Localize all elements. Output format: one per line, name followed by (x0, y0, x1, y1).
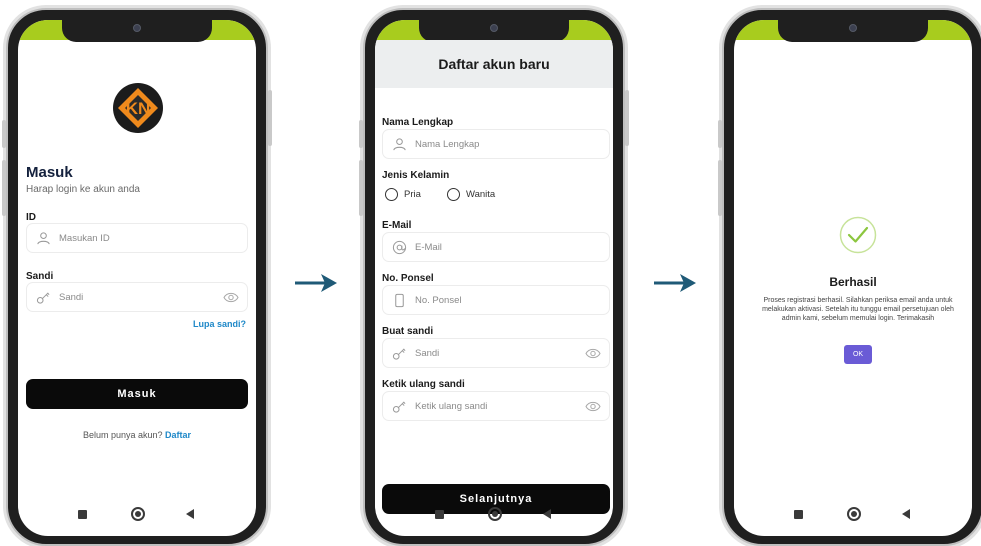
phone-input[interactable]: No. Ponsel (382, 285, 610, 315)
eye-icon[interactable] (223, 291, 239, 304)
home-icon[interactable] (488, 507, 502, 521)
page-subtitle: Harap login ke akun anda (26, 184, 140, 195)
recents-icon[interactable] (794, 510, 803, 519)
page-title: Masuk (26, 164, 73, 181)
register-link[interactable]: Daftar (165, 430, 191, 440)
volume-button (718, 120, 722, 148)
ok-button[interactable]: OK (844, 345, 872, 364)
phone-placeholder: No. Ponsel (415, 295, 462, 306)
confirm-password-placeholder: Ketik ulang sandi (415, 401, 488, 412)
back-icon[interactable] (186, 509, 194, 519)
email-input[interactable]: E-Mail (382, 232, 610, 262)
success-message: Proses registrasi berhasil. Silahkan per… (762, 297, 954, 322)
key-icon (392, 401, 406, 413)
gender-option-label: Wanita (466, 189, 496, 200)
android-nav-bar (18, 506, 256, 522)
home-icon[interactable] (131, 507, 145, 521)
power-button (625, 90, 629, 146)
key-icon (392, 348, 406, 360)
id-input[interactable]: Masukan ID (26, 223, 248, 253)
power-button (268, 90, 272, 146)
user-icon (37, 232, 50, 245)
email-placeholder: E-Mail (415, 242, 442, 253)
notch (419, 20, 569, 42)
success-screen: Berhasil Proses registrasi berhasil. Sil… (734, 20, 972, 536)
password-label: Buat sandi (382, 326, 434, 337)
volume-button (359, 160, 363, 216)
camera (133, 24, 141, 32)
back-icon[interactable] (543, 509, 551, 519)
eye-icon[interactable] (585, 400, 601, 413)
password-placeholder: Sandi (415, 348, 440, 359)
user-icon (393, 138, 406, 151)
volume-button (718, 160, 722, 216)
password-input[interactable]: Sandi (26, 282, 248, 312)
key-icon (36, 292, 50, 304)
password-placeholder: Sandi (59, 292, 84, 303)
gender-radio-pria[interactable]: Pria (385, 188, 421, 201)
check-icon (839, 216, 877, 254)
notch (62, 20, 212, 42)
radio-circle (447, 188, 460, 201)
phone-success: Berhasil Proses registrasi berhasil. Sil… (718, 8, 981, 546)
notch (778, 20, 928, 42)
login-button[interactable]: Masuk (26, 379, 248, 409)
volume-button (359, 120, 363, 148)
at-icon (392, 240, 407, 255)
success-title: Berhasil (829, 275, 877, 289)
id-label: ID (26, 212, 36, 223)
password-label: Sandi (26, 271, 54, 282)
id-placeholder: Masukan ID (59, 233, 110, 244)
volume-button (2, 120, 6, 148)
confirm-password-label: Ketik ulang sandi (382, 379, 465, 390)
volume-button (2, 160, 6, 216)
phone-label: No. Ponsel (382, 273, 434, 284)
gender-label: Jenis Kelamin (382, 170, 450, 181)
arrow-right-icon (654, 274, 696, 292)
email-label: E-Mail (382, 220, 412, 231)
phone-login: KN Masuk Harap login ke akun anda ID Mas… (2, 8, 272, 546)
back-icon[interactable] (902, 509, 910, 519)
phone-register: Daftar akun baru Nama Lengkap Nama Lengk… (359, 8, 629, 546)
logo-text: KN (126, 99, 151, 118)
login-screen: KN Masuk Harap login ke akun anda ID Mas… (18, 20, 256, 536)
fullname-input[interactable]: Nama Lengkap (382, 129, 610, 159)
home-icon[interactable] (847, 507, 861, 521)
kn-logo: KN (113, 83, 163, 133)
android-nav-bar (375, 506, 613, 522)
eye-icon[interactable] (585, 347, 601, 360)
register-screen: Daftar akun baru Nama Lengkap Nama Lengk… (375, 20, 613, 536)
fullname-label: Nama Lengkap (382, 117, 454, 128)
android-nav-bar (734, 506, 972, 522)
recents-icon[interactable] (435, 510, 444, 519)
camera (849, 24, 857, 32)
camera (490, 24, 498, 32)
confirm-password-input[interactable]: Ketik ulang sandi (382, 391, 610, 421)
recents-icon[interactable] (78, 510, 87, 519)
arrow-right-icon (295, 274, 337, 292)
gender-radio-wanita[interactable]: Wanita (447, 188, 495, 201)
forgot-password-link[interactable]: Lupa sandi? (193, 319, 246, 329)
radio-circle (385, 188, 398, 201)
register-prompt: Belum punya akun? Daftar (18, 430, 256, 440)
phone-icon (395, 293, 404, 308)
password-input[interactable]: Sandi (382, 338, 610, 368)
no-account-text: Belum punya akun? (82, 430, 163, 440)
fullname-placeholder: Nama Lengkap (415, 139, 480, 150)
page-title: Daftar akun baru (375, 40, 613, 88)
gender-option-label: Pria (404, 189, 421, 200)
